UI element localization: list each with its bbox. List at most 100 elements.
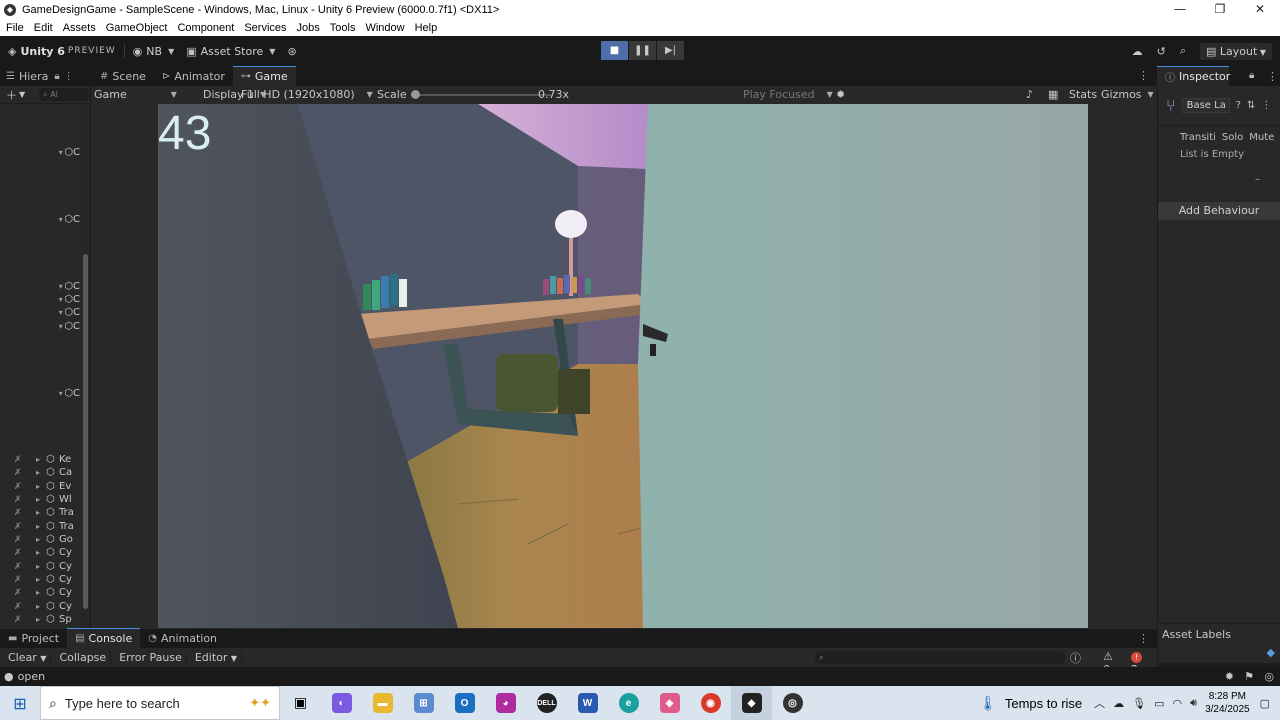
scale-slider-thumb[interactable] bbox=[411, 90, 421, 99]
visibility-off-icon[interactable]: ✗ bbox=[14, 588, 26, 598]
menu-assets[interactable]: Assets bbox=[59, 22, 100, 34]
hierarchy-item[interactable]: ▾ ⬡ C bbox=[0, 213, 80, 226]
unity-logo-button[interactable]: ◈ Unity 6 PREVIEW bbox=[8, 45, 116, 58]
tab-project[interactable]: ▬ Project bbox=[0, 628, 67, 648]
inspector-more-icon[interactable]: ⋮ bbox=[1267, 70, 1278, 83]
hierarchy-item[interactable]: ▾ ⬡ C bbox=[0, 146, 80, 159]
visibility-off-icon[interactable]: ✗ bbox=[14, 575, 26, 585]
hierarchy-scrollbar[interactable] bbox=[81, 104, 90, 629]
visibility-off-icon[interactable]: ✗ bbox=[14, 508, 26, 518]
more-icon[interactable]: ⋮ bbox=[64, 71, 74, 82]
expand-arrow-icon[interactable]: ▸ bbox=[36, 588, 46, 597]
hierarchy-item[interactable]: ▾ ⬡ C bbox=[0, 320, 80, 333]
chevron-down-icon[interactable]: ▼ bbox=[19, 90, 25, 99]
audio-icon[interactable]: ♪ bbox=[1026, 88, 1033, 101]
expand-arrow-icon[interactable]: ▸ bbox=[36, 575, 46, 584]
history-icon[interactable]: ↺ bbox=[1157, 45, 1166, 58]
preset-icon[interactable]: ⇅ bbox=[1247, 100, 1255, 111]
gizmos-dropdown[interactable]: Gizmos ▼ bbox=[1101, 88, 1154, 101]
help-icon[interactable]: ? bbox=[1236, 100, 1241, 111]
visibility-off-icon[interactable]: ✗ bbox=[14, 562, 26, 572]
close-button[interactable]: ✕ bbox=[1240, 0, 1280, 19]
add-behaviour-button[interactable]: Add Behaviour bbox=[1158, 202, 1280, 220]
wifi-icon[interactable]: ◠ bbox=[1173, 697, 1183, 710]
game-render[interactable]: 43 bbox=[158, 104, 1088, 628]
clear-dropdown[interactable]: Clear ▼ bbox=[4, 651, 52, 664]
tag-icon[interactable]: ◆ bbox=[1267, 646, 1275, 659]
chrome-icon[interactable]: ◉ bbox=[690, 686, 731, 720]
hierarchy-item[interactable]: ✗ ▸ ⬡ Cy bbox=[0, 573, 80, 586]
edge-icon[interactable]: e bbox=[608, 686, 649, 720]
notification-icon[interactable]: ▢ bbox=[1260, 697, 1270, 710]
collab-button[interactable]: ⊛ bbox=[287, 45, 300, 58]
tab-game[interactable]: ⊶ Game bbox=[232, 66, 296, 86]
hierarchy-item[interactable]: ✗ ▸ ⬡ Go bbox=[0, 533, 80, 546]
file-explorer-icon[interactable]: ▬ bbox=[362, 686, 403, 720]
tab-console[interactable]: ▤ Console bbox=[67, 628, 141, 648]
battery-icon[interactable]: ▭ bbox=[1154, 697, 1164, 710]
menu-jobs[interactable]: Jobs bbox=[293, 22, 324, 34]
hierarchy-item[interactable]: ✗ ▸ ⬡ Cy bbox=[0, 600, 80, 613]
more-icon[interactable]: ⋮ bbox=[1261, 100, 1271, 111]
hierarchy-item[interactable]: ✗ ▸ ⬡ Cy bbox=[0, 586, 80, 599]
visibility-off-icon[interactable]: ✗ bbox=[14, 468, 26, 478]
account-dropdown[interactable]: ◉ NB ▼ bbox=[133, 45, 179, 58]
menu-tools[interactable]: Tools bbox=[326, 22, 360, 34]
hierarchy-item[interactable]: ✗ ▸ ⬡ Ke bbox=[0, 453, 80, 466]
minimize-button[interactable]: — bbox=[1160, 0, 1200, 19]
visibility-off-icon[interactable]: ✗ bbox=[14, 495, 26, 505]
console-more-icon[interactable]: ⋮ bbox=[1138, 632, 1149, 645]
weather-text[interactable]: Temps to rise bbox=[1005, 696, 1082, 711]
tab-scene[interactable]: # Scene bbox=[92, 66, 154, 86]
game-more-icon[interactable]: ⋮ bbox=[1138, 69, 1149, 82]
remove-item-button[interactable]: – bbox=[1255, 174, 1260, 185]
hierarchy-scroll-thumb[interactable] bbox=[83, 254, 88, 609]
bug-report-icon[interactable]: ⚑ bbox=[1244, 670, 1254, 683]
hierarchy-item[interactable]: ✗ ▸ ⬡ Cy bbox=[0, 546, 80, 559]
copilot-icon[interactable]: ◐ bbox=[321, 686, 362, 720]
visibility-off-icon[interactable]: ✗ bbox=[14, 615, 26, 625]
expand-arrow-icon[interactable]: ▸ bbox=[36, 468, 46, 477]
inspector-lock-icon[interactable]: 🔒︎ bbox=[1249, 70, 1254, 81]
hierarchy-item[interactable]: ✗ ▸ ⬡ Tra bbox=[0, 506, 80, 519]
hierarchy-item[interactable]: ▾ ⬡ C bbox=[0, 306, 80, 319]
expand-arrow-icon[interactable]: ▸ bbox=[36, 455, 46, 464]
expand-arrow-icon[interactable]: ▸ bbox=[36, 562, 46, 571]
scale-slider[interactable] bbox=[411, 94, 551, 96]
bug-icon[interactable]: ✹ bbox=[836, 88, 845, 101]
expand-arrow-icon[interactable]: ▸ bbox=[36, 522, 46, 531]
search-icon[interactable]: ⌕ bbox=[1180, 44, 1186, 58]
play-focused-dropdown[interactable]: Play Focused ▼ bbox=[743, 88, 833, 101]
expand-arrow-icon[interactable]: ▸ bbox=[36, 482, 46, 491]
collapse-button[interactable]: Collapse bbox=[55, 651, 112, 664]
hierarchy-item[interactable]: ✗ ▸ ⬡ Ca bbox=[0, 466, 80, 479]
outlook-icon[interactable]: O bbox=[444, 686, 485, 720]
game-app-icon[interactable]: ◕ bbox=[485, 686, 526, 720]
store-icon[interactable]: ⊞ bbox=[403, 686, 444, 720]
hierarchy-item[interactable]: ▾ ⬡ C bbox=[0, 293, 80, 306]
chevron-up-icon[interactable]: ︿ bbox=[1094, 695, 1105, 711]
volume-icon[interactable]: 🔊︎ bbox=[1190, 697, 1197, 710]
clock[interactable]: 8:28 PM 3/24/2025 bbox=[1205, 690, 1250, 716]
menu-services[interactable]: Services bbox=[240, 22, 290, 34]
hierarchy-item[interactable]: ▾ ⬡ C bbox=[0, 387, 80, 400]
task-view-icon[interactable]: ▣ bbox=[280, 686, 321, 720]
tab-hierarchy[interactable]: ☰ Hiera 🔒︎ ⋮ bbox=[0, 66, 92, 86]
aspect-icon[interactable]: ▦ bbox=[1048, 88, 1058, 101]
taskbar-search[interactable]: ⌕ Type here to search ✦✦ bbox=[40, 686, 280, 720]
visibility-off-icon[interactable]: ✗ bbox=[14, 455, 26, 465]
error-pause-button[interactable]: Error Pause bbox=[115, 651, 187, 664]
unity-taskbar-icon[interactable]: ◆ bbox=[731, 686, 772, 720]
editor-dropdown[interactable]: Editor ▼ bbox=[191, 651, 243, 664]
maximize-button[interactable]: ❐ bbox=[1200, 0, 1240, 19]
base-layer-field[interactable]: Base La bbox=[1181, 98, 1230, 113]
progress-icon[interactable]: ◎ bbox=[1264, 670, 1274, 683]
expand-arrow-icon[interactable]: ▸ bbox=[36, 535, 46, 544]
play-button[interactable]: ■ bbox=[601, 41, 628, 60]
step-button[interactable]: ▶| bbox=[657, 41, 684, 60]
hierarchy-item[interactable]: ✗ ▸ ⬡ Cy bbox=[0, 560, 80, 573]
console-search-input[interactable]: ⌕ bbox=[815, 651, 1065, 664]
cloud-icon[interactable]: ☁ bbox=[1132, 45, 1143, 58]
menu-file[interactable]: File bbox=[2, 22, 28, 34]
visibility-off-icon[interactable]: ✗ bbox=[14, 548, 26, 558]
